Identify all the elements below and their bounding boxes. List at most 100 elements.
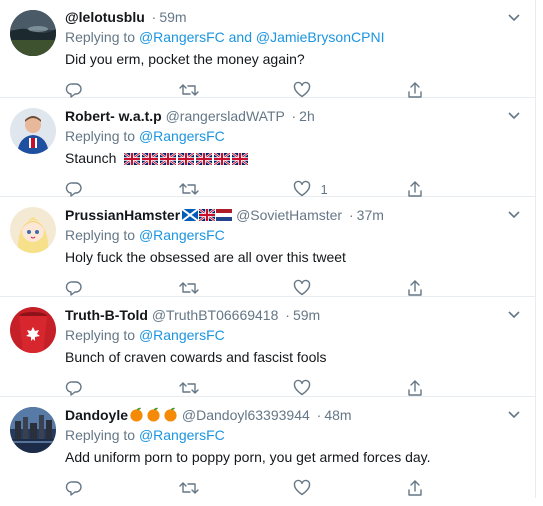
separator: ·	[291, 108, 297, 124]
display-name[interactable]: Truth-B-Told	[65, 307, 148, 323]
tweet-text: Staunch	[65, 148, 520, 168]
retweet-icon	[179, 282, 199, 294]
tweet-header: @lelotusblu · 59m	[65, 8, 520, 27]
replying-label: Replying to	[65, 327, 136, 343]
avatar[interactable]	[10, 10, 56, 56]
share-button[interactable]	[406, 279, 520, 297]
replying-to: Replying to @RangersFC	[65, 226, 520, 245]
tweet-text-content: Staunch	[65, 150, 117, 166]
chevron-down-icon[interactable]	[505, 405, 523, 423]
reply-icon	[65, 83, 82, 98]
separator: ·	[151, 9, 157, 25]
netherlands-flag-icon	[216, 209, 233, 221]
share-button[interactable]	[406, 379, 520, 397]
reply-icon	[65, 182, 82, 197]
replying-label: Replying to	[65, 128, 136, 144]
mention-conjunction: and	[228, 29, 252, 45]
heart-icon	[293, 379, 310, 396]
retweet-button[interactable]	[179, 180, 293, 198]
handle[interactable]: @TruthBT06669418	[152, 307, 279, 323]
tweet[interactable]: Robert- w.a.t.p @rangersladWATP · 2h Repl…	[0, 98, 535, 197]
share-icon	[408, 181, 422, 197]
timestamp[interactable]: 37m	[357, 207, 384, 223]
replying-label: Replying to	[65, 427, 136, 443]
mention-link[interactable]: @RangersFC	[139, 327, 225, 343]
display-name[interactable]: PrussianHamster	[65, 207, 180, 223]
like-count: 1	[320, 181, 328, 197]
like-button[interactable]	[293, 279, 407, 297]
handle[interactable]: @SovietHamster	[236, 207, 342, 223]
heart-icon	[293, 81, 310, 98]
tweet-header: Truth-B-Told @TruthBT06669418 · 59m	[65, 306, 520, 325]
tweet[interactable]: Dandoyle @Dandoyl63393944 · 48m Replying …	[0, 397, 535, 498]
tweet-header: Robert- w.a.t.p @rangersladWATP · 2h	[65, 107, 520, 126]
mention-link[interactable]: @RangersFC	[139, 427, 225, 443]
like-button[interactable]	[293, 379, 407, 397]
chevron-down-icon[interactable]	[505, 305, 523, 323]
reply-button[interactable]	[65, 379, 179, 397]
timestamp[interactable]: 2h	[299, 108, 315, 124]
avatar[interactable]	[10, 407, 56, 453]
uk-flag-icon	[160, 153, 177, 165]
share-icon	[408, 380, 422, 396]
tweet[interactable]: PrussianHamster @SovietHamster · 37m Repl…	[0, 197, 535, 297]
reply-icon	[65, 481, 82, 496]
avatar[interactable]	[10, 108, 56, 154]
chevron-down-icon[interactable]	[505, 106, 523, 124]
tweet-text: Did you erm, pocket the money again?	[65, 51, 305, 67]
mention-link[interactable]: @JamieBrysonCPNI	[256, 29, 385, 45]
reply-button[interactable]	[65, 279, 179, 297]
name-emojis	[129, 407, 178, 422]
reply-icon	[65, 381, 82, 396]
retweet-button[interactable]	[179, 379, 293, 397]
reply-button[interactable]	[65, 81, 179, 99]
chevron-down-icon[interactable]	[505, 8, 523, 26]
retweet-button[interactable]	[179, 279, 293, 297]
handle[interactable]: @rangersladWATP	[166, 108, 285, 124]
reply-button[interactable]	[65, 180, 179, 198]
separator: ·	[348, 207, 354, 223]
replying-label: Replying to	[65, 29, 136, 45]
share-button[interactable]	[406, 180, 520, 198]
display-name[interactable]: Dandoyle	[65, 407, 128, 423]
mention-link[interactable]: @RangersFC	[139, 128, 225, 144]
avatar[interactable]	[10, 307, 56, 353]
tweet-text: Add uniform porn to poppy porn, you get …	[65, 449, 431, 465]
like-button[interactable]	[293, 81, 407, 99]
handle[interactable]: @Dandoyl63393944	[182, 407, 310, 423]
uk-flag-icon	[124, 153, 141, 165]
timestamp[interactable]: 59m	[293, 307, 320, 323]
uk-flag-icon	[196, 153, 213, 165]
mention-link[interactable]: @RangersFC	[139, 29, 225, 45]
retweet-icon	[179, 183, 199, 195]
retweet-icon	[179, 84, 199, 96]
timestamp[interactable]: 59m	[159, 9, 186, 25]
retweet-button[interactable]	[179, 479, 293, 497]
share-button[interactable]	[406, 479, 520, 497]
display-name[interactable]: Robert- w.a.t.p	[65, 108, 162, 124]
share-icon	[408, 82, 422, 98]
tweet-header: PrussianHamster @SovietHamster · 37m	[65, 206, 520, 225]
timestamp[interactable]: 48m	[324, 407, 351, 423]
share-icon	[408, 280, 422, 296]
display-name[interactable]: @lelotusblu	[65, 9, 145, 25]
like-button[interactable]: 1	[293, 180, 407, 198]
separator: ·	[285, 307, 290, 323]
uk-flags-emoji	[124, 153, 249, 165]
reply-button[interactable]	[65, 479, 179, 497]
chevron-down-icon[interactable]	[505, 205, 523, 223]
mention-link[interactable]: @RangersFC	[139, 227, 225, 243]
replying-to: Replying to @RangersFC	[65, 127, 520, 146]
heart-icon	[293, 479, 310, 496]
reply-icon	[65, 281, 82, 296]
uk-flag-icon	[214, 153, 231, 165]
tweet-text: Holy fuck the obsessed are all over this…	[65, 249, 346, 265]
retweet-button[interactable]	[179, 81, 293, 99]
avatar[interactable]	[10, 207, 56, 253]
tweet[interactable]: @lelotusblu · 59m Replying to @RangersFC …	[0, 0, 535, 98]
like-button[interactable]	[293, 479, 407, 497]
retweet-icon	[179, 382, 199, 394]
tweet[interactable]: Truth-B-Told @TruthBT06669418 · 59m Reply…	[0, 297, 535, 397]
share-button[interactable]	[406, 81, 520, 99]
retweet-icon	[179, 482, 199, 494]
